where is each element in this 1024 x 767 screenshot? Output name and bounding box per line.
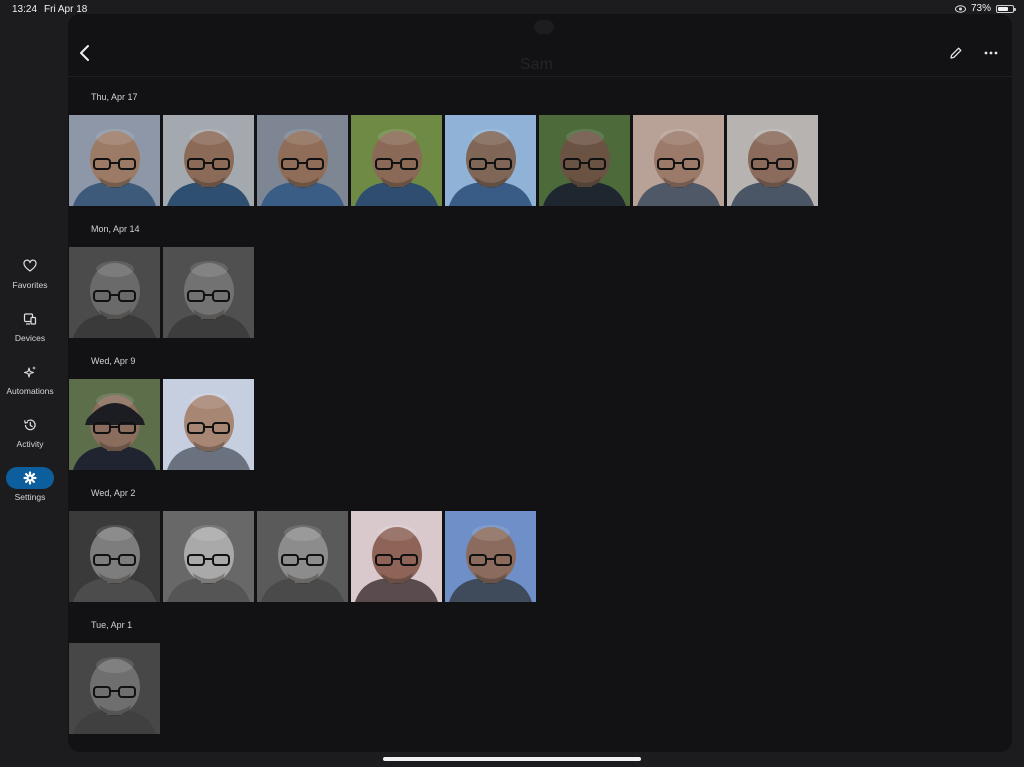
- face-photo: [633, 115, 724, 206]
- face-photo: [257, 115, 348, 206]
- face-photo: [69, 379, 160, 470]
- face-photo: [727, 115, 818, 206]
- home-indicator[interactable]: [383, 757, 641, 761]
- sidebar-item-label: Activity: [16, 439, 44, 449]
- face-photo: [69, 643, 160, 734]
- face-thumbnail[interactable]: [445, 511, 536, 602]
- face-photo: [539, 115, 630, 206]
- photo-row: [69, 247, 254, 338]
- face-thumbnail[interactable]: [69, 247, 160, 338]
- face-photo: [69, 115, 160, 206]
- history-icon: [6, 414, 54, 436]
- photo-row: [69, 115, 818, 206]
- page-title: Sam: [520, 56, 553, 73]
- face-thumbnail[interactable]: [163, 247, 254, 338]
- face-thumbnail[interactable]: [69, 643, 160, 734]
- date-header: Wed, Apr 2: [91, 488, 136, 498]
- date-header: Mon, Apr 14: [91, 224, 140, 234]
- face-thumbnail[interactable]: [351, 511, 442, 602]
- status-time: 13:24: [12, 4, 38, 15]
- face-photo: [163, 247, 254, 338]
- face-photo: [257, 511, 348, 602]
- face-photo: [445, 115, 536, 206]
- face-photo: [351, 115, 442, 206]
- face-thumbnail[interactable]: [257, 115, 348, 206]
- face-thumbnail[interactable]: [69, 511, 160, 602]
- sidebar-item-settings[interactable]: Settings: [0, 467, 60, 520]
- sidebar-item-favorites[interactable]: Favorites: [0, 255, 60, 308]
- battery-percent: 73%: [970, 3, 991, 14]
- top-bar: Sam: [68, 14, 1012, 77]
- gear-icon: [6, 467, 54, 489]
- more-options-button[interactable]: [983, 46, 999, 60]
- photo-row: [69, 511, 536, 602]
- privacy-indicator-icon: [954, 4, 966, 13]
- date-header: Wed, Apr 9: [91, 356, 136, 366]
- face-photo: [163, 511, 254, 602]
- photo-row: [69, 379, 254, 470]
- edit-button[interactable]: [949, 46, 963, 60]
- face-photo: [445, 511, 536, 602]
- face-photo: [69, 511, 160, 602]
- avatar: [534, 20, 554, 34]
- face-thumbnail[interactable]: [539, 115, 630, 206]
- sparkle-icon: [6, 361, 54, 383]
- face-photo: [351, 511, 442, 602]
- face-photo: [163, 379, 254, 470]
- face-thumbnail[interactable]: [69, 115, 160, 206]
- sidebar-item-label: Favorites: [12, 280, 48, 290]
- face-thumbnail[interactable]: [445, 115, 536, 206]
- sidebar-item-label: Devices: [14, 333, 46, 343]
- face-thumbnail[interactable]: [633, 115, 724, 206]
- sidebar-item-devices[interactable]: Devices: [0, 308, 60, 361]
- face-photo: [163, 115, 254, 206]
- sidebar: Favorites Devices Automations Activity Setti…: [0, 255, 60, 520]
- photo-row: [69, 643, 160, 734]
- heart-icon: [6, 255, 54, 277]
- back-button[interactable]: [78, 44, 92, 62]
- sidebar-item-automations[interactable]: Automations: [0, 361, 60, 414]
- sidebar-item-label: Automations: [6, 386, 54, 396]
- face-thumbnail[interactable]: [69, 379, 160, 470]
- date-header: Thu, Apr 17: [91, 92, 138, 102]
- status-right: 73%: [954, 3, 1016, 14]
- face-photo: [69, 247, 160, 338]
- sidebar-item-activity[interactable]: Activity: [0, 414, 60, 467]
- face-thumbnail[interactable]: [163, 115, 254, 206]
- face-thumbnail[interactable]: [351, 115, 442, 206]
- battery-icon: [996, 4, 1016, 13]
- devices-icon: [6, 308, 54, 330]
- face-thumbnail[interactable]: [163, 379, 254, 470]
- face-thumbnail[interactable]: [163, 511, 254, 602]
- sidebar-item-label: Settings: [14, 492, 46, 502]
- date-header: Tue, Apr 1: [91, 620, 133, 630]
- face-thumbnail[interactable]: [257, 511, 348, 602]
- face-thumbnail[interactable]: [727, 115, 818, 206]
- main-panel: Sam Thu, Apr 17 Mon, Apr 14 Wed, Apr 9 Wed,…: [68, 14, 1012, 752]
